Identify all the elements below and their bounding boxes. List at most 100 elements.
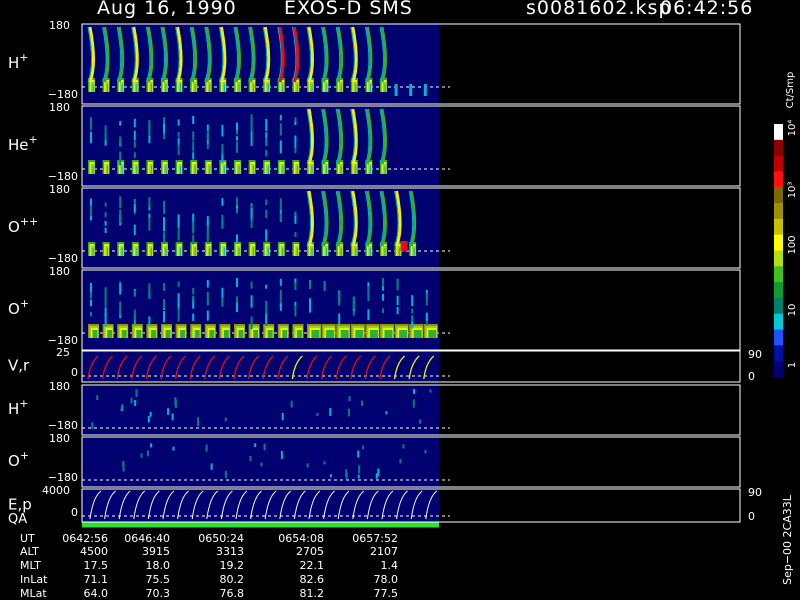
sparse-speckle: [281, 413, 284, 421]
spectrogram-speckle: [338, 313, 341, 325]
spectrogram-cell: [326, 330, 335, 338]
axis-tick-top: 25: [56, 346, 70, 359]
spectrogram-cell: [253, 166, 255, 174]
colorbar-swatch: [774, 313, 783, 331]
panel-label-sup: +: [29, 133, 38, 146]
spectrogram-cell: [165, 248, 167, 256]
spectrogram-cell: [253, 248, 255, 256]
sparse-speckle: [150, 443, 153, 448]
footer-cell: 80.2: [220, 573, 245, 586]
sparse-speckle: [323, 461, 326, 465]
sparse-speckle: [260, 462, 263, 467]
spectrogram-speckle: [163, 132, 165, 140]
spectrogram-speckle: [177, 119, 180, 126]
footer-cell: 3313: [216, 545, 244, 558]
spectrogram-cell: [194, 330, 200, 338]
spectrogram-cell: [253, 330, 259, 338]
spectrogram-speckle: [163, 222, 165, 232]
sparse-speckle: [358, 465, 361, 474]
spectrogram-cell: [150, 330, 156, 338]
spectrogram-speckle: [236, 136, 238, 141]
spectrogram-speckle: [279, 114, 282, 121]
sparse-speckle: [424, 449, 427, 454]
spectrogram-cell: [92, 84, 94, 92]
axis-tick-top: 180: [49, 101, 70, 114]
spectrogram-speckle: [279, 209, 282, 214]
spectrogram-cell: [107, 330, 113, 338]
plot-time: 06:42:56: [660, 0, 754, 19]
spectrogram-cell: [326, 84, 328, 92]
spectrogram-speckle: [206, 231, 209, 243]
colorbar-swatch: [774, 361, 783, 378]
panel-label: V,r: [8, 357, 30, 375]
sparse-speckle: [347, 408, 350, 417]
footer-cell: 0654:08: [278, 532, 324, 545]
right-axis-tick-top: 90: [748, 348, 762, 361]
footer-row-label: UT: [20, 532, 35, 545]
spectrogram-speckle: [279, 123, 282, 136]
spectrogram-speckle: [163, 311, 165, 323]
spectrogram-cell: [165, 166, 167, 174]
panel-data-area: [82, 489, 439, 522]
spectrogram-speckle: [323, 282, 326, 291]
panel-label-sup: +: [19, 51, 28, 64]
sparse-speckle: [377, 468, 380, 477]
file-name: s0081602.ksp: [526, 0, 672, 19]
spectrogram-plot: H+180−180He+180−180O++180−180O+180−180V,…: [8, 19, 798, 600]
axis-tick-bottom: −180: [48, 252, 78, 265]
sparse-speckle: [140, 453, 143, 458]
spectrogram-cell: [311, 248, 313, 256]
spectrogram-speckle: [119, 151, 122, 166]
panel-label: O+: [8, 297, 29, 318]
spectrogram-speckle: [104, 140, 107, 146]
footer-cell: 17.5: [84, 559, 109, 572]
sparse-speckle: [210, 463, 213, 470]
axis-tick-bottom: −180: [48, 471, 78, 484]
footer-cell: 19.2: [220, 559, 245, 572]
spectrogram-speckle: [133, 309, 136, 321]
spectrogram-cell: [369, 330, 378, 338]
spectrogram-speckle: [206, 132, 209, 141]
spectrogram-speckle: [90, 131, 92, 141]
sparse-speckle: [149, 411, 152, 417]
spectrogram-cell: [209, 330, 215, 338]
spectrogram-cell: [282, 166, 284, 174]
sparse-speckle: [171, 413, 174, 421]
footer-cell: 0657:52: [352, 532, 398, 545]
colorbar-swatch: [774, 203, 783, 220]
spectrogram-speckle: [192, 221, 195, 234]
spectrogram-speckle: [294, 117, 297, 122]
spectrogram-cell: [238, 330, 244, 338]
spectrogram-speckle: [177, 215, 180, 227]
spectrogram-speckle: [382, 293, 384, 301]
spectrogram-cell: [340, 166, 342, 174]
spectrogram-speckle: [104, 293, 107, 307]
spectrogram-cell: [121, 166, 123, 174]
spectrogram-speckle: [104, 313, 107, 327]
spectrogram-cell: [136, 84, 138, 92]
spectrogram-speckle: [192, 152, 195, 160]
spectrogram-speckle: [133, 152, 136, 159]
spectrogram-speckle: [119, 196, 122, 208]
colorbar: 10⁴ 10³ 100 10 1 Ct/Smp: [774, 72, 798, 378]
footer-cell: 77.5: [374, 587, 399, 600]
spectrogram-speckle: [221, 223, 224, 229]
spectrogram-cell: [384, 330, 393, 338]
spectrogram-speckle: [265, 119, 268, 131]
spectrogram-speckle: [250, 117, 253, 132]
axis-tick-top: 180: [49, 265, 70, 278]
spectrogram-cell: [253, 84, 255, 92]
spectrogram-speckle: [133, 199, 136, 204]
footer-side-label: Sep−00 2CA33L: [781, 494, 794, 585]
axis-tick-top: 180: [49, 183, 70, 196]
axis-tick-bottom: 0: [71, 366, 78, 379]
sparse-speckle: [399, 459, 402, 464]
spectrogram-speckle: [279, 278, 282, 286]
spectrogram-cell: [92, 330, 98, 338]
sparse-speckle: [361, 445, 364, 450]
spectrogram-speckle: [236, 141, 238, 153]
panel-label-2: QA: [8, 512, 27, 527]
colorbar-swatch: [774, 124, 783, 141]
spectrogram-speckle: [104, 133, 107, 141]
footer-row-label: InLat: [20, 573, 48, 586]
